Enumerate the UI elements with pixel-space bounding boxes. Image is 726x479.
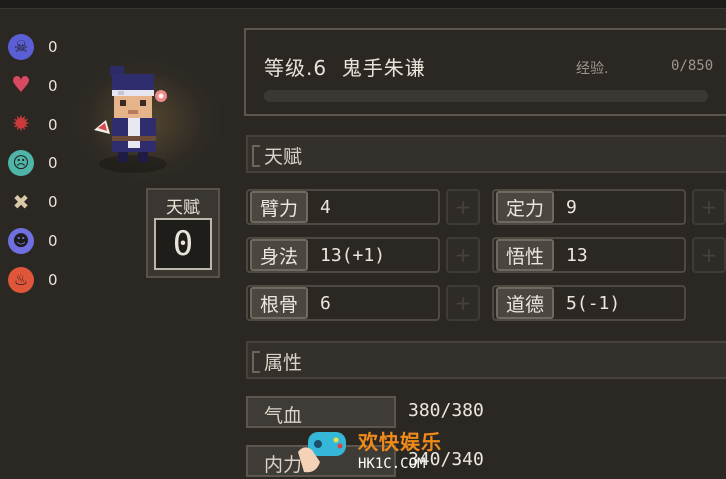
add-strength-button[interactable]: + xyxy=(446,189,480,225)
status-row-sick[interactable]: ☹ 0 xyxy=(8,148,78,178)
status-row-angry[interactable]: ☻ 0 xyxy=(8,226,78,256)
attribute-value: 4 xyxy=(320,196,331,218)
sick-face-icon: ☹ xyxy=(8,150,34,176)
exp-progress-bar xyxy=(264,90,708,102)
status-value: 0 xyxy=(48,77,58,95)
status-value: 0 xyxy=(48,116,58,134)
attribute-agility: 身法 13(+1) xyxy=(250,237,385,273)
status-row-fire[interactable]: ♨ 0 xyxy=(8,265,78,295)
pin-cross-icon: ✖ xyxy=(12,190,30,214)
talent-section-title: 天赋 xyxy=(264,146,303,168)
status-row-skull[interactable]: ☠ 0 xyxy=(8,32,78,62)
attribute-label: 道德 xyxy=(496,287,555,319)
gamepad-hand-icon xyxy=(298,432,346,473)
exp-label: 经验. xyxy=(576,61,609,77)
status-row-blood[interactable]: ✹ 0 xyxy=(8,110,78,140)
attribute-constitution: 根骨 6 xyxy=(250,285,331,321)
add-agility-button[interactable]: + xyxy=(446,237,480,273)
add-comprehension-button[interactable]: + xyxy=(692,237,726,273)
watermark-title: 欢快娱乐 xyxy=(358,430,442,454)
talent-section-header: 天赋 xyxy=(246,135,726,173)
attribute-value: 13(+1) xyxy=(320,244,386,266)
property-section-header: 属性 xyxy=(246,341,726,379)
attribute-label: 身法 xyxy=(250,239,309,271)
attribute-value: 9 xyxy=(566,196,577,218)
level-and-name: 等级.6 鬼手朱谦 xyxy=(264,56,426,80)
add-focus-button[interactable]: + xyxy=(692,189,726,225)
attribute-value: 6 xyxy=(320,292,331,314)
attribute-morality: 道德 5(-1) xyxy=(496,285,620,321)
talent-points-value: 0 xyxy=(154,218,212,270)
attribute-value: 5(-1) xyxy=(566,292,621,314)
skull-icon: ☠ xyxy=(8,34,34,60)
watermark-subtitle: HK1C.COM xyxy=(358,456,426,472)
attribute-focus: 定力 9 xyxy=(496,189,577,225)
character-name-panel: 等级.6 鬼手朱谦 经验. 0/850 xyxy=(244,28,726,116)
broken-heart-icon: ♥ xyxy=(11,73,31,98)
property-section-title: 属性 xyxy=(264,352,303,374)
attribute-label: 根骨 xyxy=(250,287,309,319)
status-value: 0 xyxy=(48,38,58,56)
attribute-label: 悟性 xyxy=(496,239,555,271)
top-strip xyxy=(0,0,726,9)
watermark: 欢快娱乐 HK1C.COM xyxy=(290,420,470,477)
character-sprite[interactable] xyxy=(88,60,178,175)
property-value: 380/380 xyxy=(408,400,484,421)
angry-face-icon: ☻ xyxy=(8,228,34,254)
exp-value: 0/850 xyxy=(671,58,714,74)
add-constitution-button[interactable]: + xyxy=(446,285,480,321)
status-row-broken-heart[interactable]: ♥ 0 xyxy=(8,71,78,101)
status-value: 0 xyxy=(48,193,58,211)
fire-icon: ♨ xyxy=(8,267,34,293)
talent-points-label: 天赋 xyxy=(166,198,200,218)
status-value: 0 xyxy=(48,154,58,172)
attribute-label: 定力 xyxy=(496,191,555,223)
status-value: 0 xyxy=(48,232,58,250)
status-row-pin[interactable]: ✖ 0 xyxy=(8,187,78,217)
attribute-strength: 臂力 4 xyxy=(250,189,331,225)
attribute-value: 13 xyxy=(566,244,588,266)
attribute-label: 臂力 xyxy=(250,191,309,223)
talent-points-box: 天赋 0 xyxy=(146,188,220,278)
attribute-comprehension: 悟性 13 xyxy=(496,237,588,273)
status-value: 0 xyxy=(48,271,58,289)
blood-splat-icon: ✹ xyxy=(11,112,31,137)
